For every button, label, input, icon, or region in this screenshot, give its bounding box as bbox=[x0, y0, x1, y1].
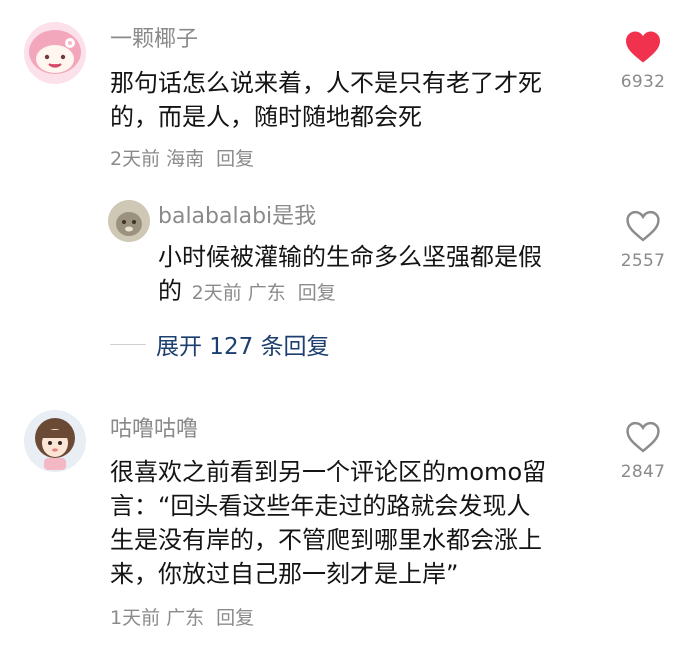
comment-meta: 1天前 广东 回复 bbox=[110, 605, 260, 631]
avatar[interactable] bbox=[24, 410, 86, 472]
like-button[interactable]: 2557 bbox=[608, 209, 678, 271]
comment-time: 2天前 bbox=[191, 282, 242, 304]
comment-time: 1天前 bbox=[110, 607, 161, 629]
avatar-image bbox=[24, 22, 86, 84]
avatar-image bbox=[108, 200, 150, 242]
comment-meta: 2天前 海南 回复 bbox=[110, 146, 260, 172]
comment-text: 小时候被灌输的生命多么坚强都是假 的 2天前 广东 回复 bbox=[158, 240, 608, 308]
heart-outline-icon[interactable] bbox=[624, 209, 662, 243]
comment-location: 海南 bbox=[166, 148, 205, 170]
comment-text-line: 那句话怎么说来着，人不是只有老了才死 bbox=[110, 69, 542, 97]
reply-button[interactable]: 回复 bbox=[298, 282, 336, 304]
comment-location: 广东 bbox=[166, 607, 205, 629]
comment-text: 那句话怎么说来着，人不是只有老了才死 的，而是人，随时随地都会死 bbox=[110, 66, 600, 134]
reply-button[interactable]: 回复 bbox=[216, 607, 254, 629]
comment-text-tail-line: 的 2天前 广东 回复 bbox=[158, 274, 608, 308]
comment-text-line: 言：“回头看这些年走过的路就会发现人 bbox=[110, 492, 531, 520]
like-count: 2557 bbox=[620, 251, 666, 271]
expand-replies-label[interactable]: 展开 127 条回复 bbox=[156, 327, 330, 361]
avatar[interactable] bbox=[24, 22, 86, 84]
heart-outline-icon[interactable] bbox=[624, 420, 662, 454]
divider-line bbox=[110, 343, 146, 345]
avatar[interactable] bbox=[108, 200, 150, 242]
like-count: 2847 bbox=[620, 462, 666, 482]
like-button[interactable]: 6932 bbox=[608, 30, 678, 92]
reply-button[interactable]: 回复 bbox=[216, 148, 254, 170]
like-button[interactable]: 2847 bbox=[608, 420, 678, 482]
comment-text: 很喜欢之前看到另一个评论区的momo留 言：“回头看这些年走过的路就会发现人 生… bbox=[110, 455, 600, 591]
comment-username[interactable]: 一颗椰子 bbox=[110, 26, 198, 54]
heart-filled-icon[interactable] bbox=[624, 30, 662, 64]
like-count: 6932 bbox=[620, 72, 666, 92]
comment-meta: 2天前 广东 回复 bbox=[192, 282, 342, 304]
comment-time: 2天前 bbox=[110, 148, 161, 170]
comment-username[interactable]: 咕噜咕噜 bbox=[110, 416, 198, 444]
comment-text-tail: 的 bbox=[158, 277, 182, 305]
comment-username[interactable]: balabalabi是我 bbox=[158, 203, 316, 231]
comment-text-line: 生是没有岸的，不管爬到哪里水都会涨上 bbox=[110, 526, 542, 554]
comment-location: 广东 bbox=[247, 282, 286, 304]
expand-replies-button[interactable]: 展开 127 条回复 bbox=[110, 328, 330, 360]
comment-text-line: 很喜欢之前看到另一个评论区的momo留 bbox=[110, 458, 547, 486]
comment-text-line: 来，你放过自己那一刻才是上岸” bbox=[110, 560, 459, 588]
comment-text-line: 小时候被灌输的生命多么坚强都是假 bbox=[158, 243, 542, 271]
avatar-image bbox=[24, 410, 86, 472]
comment-text-line: 的，而是人，随时随地都会死 bbox=[110, 103, 422, 131]
